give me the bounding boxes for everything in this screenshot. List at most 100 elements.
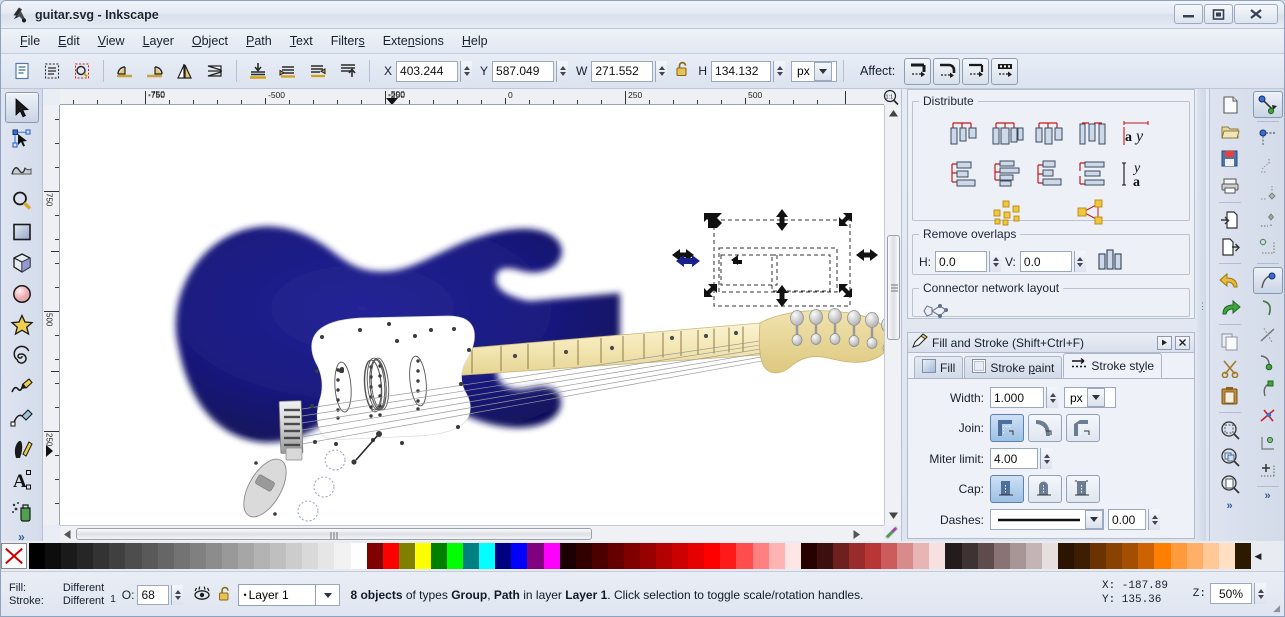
- flip-vertical-icon[interactable]: [202, 58, 228, 84]
- palette-swatch[interactable]: [1042, 543, 1058, 569]
- ellipse-tool[interactable]: [5, 278, 39, 309]
- palette-swatch[interactable]: [1171, 543, 1187, 569]
- chevron-down-icon-3[interactable]: [1085, 510, 1103, 529]
- pencil-tool[interactable]: [5, 371, 39, 402]
- commands-more-button[interactable]: »: [1212, 500, 1247, 512]
- zoom-tool[interactable]: [5, 185, 39, 216]
- tab-fill[interactable]: Fill: [914, 356, 963, 378]
- close-icon[interactable]: [1175, 336, 1190, 350]
- deselect-icon[interactable]: [69, 58, 95, 84]
- close-button[interactable]: [1234, 4, 1278, 24]
- snap-enable-icon[interactable]: [1253, 91, 1283, 118]
- rectangle-tool[interactable]: [5, 216, 39, 247]
- new-document-icon[interactable]: [1215, 91, 1245, 118]
- x-input[interactable]: 403.244: [396, 61, 458, 82]
- open-document-icon[interactable]: [1215, 118, 1245, 145]
- dist-text-baselines-h-icon[interactable]: ay: [1119, 116, 1155, 152]
- layer-lock-open-icon[interactable]: [218, 586, 232, 605]
- randomize-positions-icon[interactable]: [991, 194, 1027, 230]
- palette-swatch[interactable]: [592, 543, 608, 569]
- snap-midpoint-icon[interactable]: [1253, 402, 1283, 429]
- palette-swatch[interactable]: [945, 543, 961, 569]
- dist-right-edges-icon[interactable]: [1033, 116, 1069, 152]
- rotate-90-cw-icon[interactable]: [142, 58, 168, 84]
- calligraphy-tool[interactable]: [5, 433, 39, 464]
- none-x-icon[interactable]: [1, 543, 27, 569]
- color-palette-icon[interactable]: [883, 524, 899, 540]
- snap-path-intersection-icon[interactable]: [1253, 321, 1283, 348]
- stroke-width-spinner[interactable]: [1046, 387, 1058, 408]
- 3dbox-tool[interactable]: [5, 247, 39, 278]
- palette-swatch[interactable]: [1122, 543, 1138, 569]
- menu-extensions[interactable]: Extensions: [374, 31, 453, 51]
- snap-bbox-edge-midpoint-icon[interactable]: [1253, 206, 1283, 233]
- palette-swatch[interactable]: [399, 543, 415, 569]
- node-tool[interactable]: [5, 123, 39, 154]
- raise-to-top-icon[interactable]: [245, 58, 271, 84]
- h-scroll-thumb[interactable]: [76, 528, 592, 540]
- w-input[interactable]: 271.552: [591, 61, 653, 82]
- palette-swatch[interactable]: [560, 543, 576, 569]
- dist-v-centers-icon[interactable]: [990, 156, 1026, 192]
- snap-smooth-node-icon[interactable]: [1253, 375, 1283, 402]
- menu-object[interactable]: Object: [183, 31, 237, 51]
- palette-swatch[interactable]: [624, 543, 640, 569]
- undo-icon[interactable]: [1215, 267, 1245, 294]
- palette-swatch[interactable]: [511, 543, 527, 569]
- palette-swatch[interactable]: [77, 543, 93, 569]
- palette-swatch[interactable]: [415, 543, 431, 569]
- palette-swatch[interactable]: [929, 543, 945, 569]
- palette-swatch[interactable]: [1074, 543, 1090, 569]
- zoom-selection-icon[interactable]: [1215, 416, 1245, 443]
- palette-swatch[interactable]: [222, 543, 238, 569]
- scale-stroke-width-icon[interactable]: [904, 58, 931, 85]
- fill-stroke-indicator[interactable]: Fill: Different Stroke: Different: [9, 582, 107, 608]
- palette-swatch[interactable]: [447, 543, 463, 569]
- palette-swatch[interactable]: [881, 543, 897, 569]
- palette-swatch[interactable]: [769, 543, 785, 569]
- lower-to-bottom-icon[interactable]: [335, 58, 361, 84]
- palette-swatch[interactable]: [1203, 543, 1219, 569]
- opacity-input[interactable]: 68: [137, 585, 169, 605]
- palette-swatch[interactable]: [302, 543, 318, 569]
- palette-swatch[interactable]: [849, 543, 865, 569]
- menu-view[interactable]: View: [89, 31, 134, 51]
- export-icon[interactable]: [1215, 233, 1245, 260]
- print-document-icon[interactable]: [1215, 172, 1245, 199]
- butt-cap-icon[interactable]: [990, 475, 1024, 503]
- lock-open-icon[interactable]: [675, 61, 690, 81]
- menu-edit[interactable]: Edit: [49, 31, 89, 51]
- overlaps-h-input[interactable]: 0.0: [935, 251, 987, 272]
- palette-swatch[interactable]: [45, 543, 61, 569]
- scroll-down-arrow[interactable]: [887, 509, 900, 522]
- palette-swatch[interactable]: [640, 543, 656, 569]
- headstock-group[interactable]: [759, 309, 884, 373]
- palette-swatch[interactable]: [962, 543, 978, 569]
- menu-help[interactable]: Help: [453, 31, 497, 51]
- opacity-spinner[interactable]: [171, 585, 183, 605]
- scroll-left-arrow[interactable]: [62, 528, 73, 540]
- square-cap-icon[interactable]: [1066, 475, 1100, 503]
- tweak-tool[interactable]: [5, 154, 39, 185]
- palette-swatch[interactable]: [1010, 543, 1026, 569]
- dash-offset-spinner[interactable]: [1148, 509, 1160, 530]
- dist-top-edges-icon[interactable]: [947, 156, 983, 192]
- miter-join-icon[interactable]: [990, 414, 1024, 442]
- drawing-canvas[interactable]: [60, 105, 884, 525]
- bevel-join-icon[interactable]: [1066, 414, 1100, 442]
- palette-swatch[interactable]: [1235, 543, 1251, 569]
- menu-file[interactable]: File: [11, 31, 49, 51]
- round-join-icon[interactable]: [1028, 414, 1062, 442]
- palette-swatch[interactable]: [833, 543, 849, 569]
- zoom-1to1-icon[interactable]: 1:1: [883, 89, 899, 105]
- selector-tool[interactable]: [5, 92, 39, 123]
- select-all-in-all-layers-icon[interactable]: [39, 58, 65, 84]
- palette-swatch[interactable]: [383, 543, 399, 569]
- tab-stroke-style[interactable]: Stroke style: [1063, 353, 1162, 378]
- select-all-icon[interactable]: [9, 58, 35, 84]
- collapse-icon[interactable]: [1157, 336, 1172, 350]
- move-gradients-icon[interactable]: [962, 58, 989, 85]
- menu-path[interactable]: Path: [237, 31, 281, 51]
- chevron-down-icon-2[interactable]: [1087, 388, 1105, 407]
- palette-swatch[interactable]: [29, 543, 45, 569]
